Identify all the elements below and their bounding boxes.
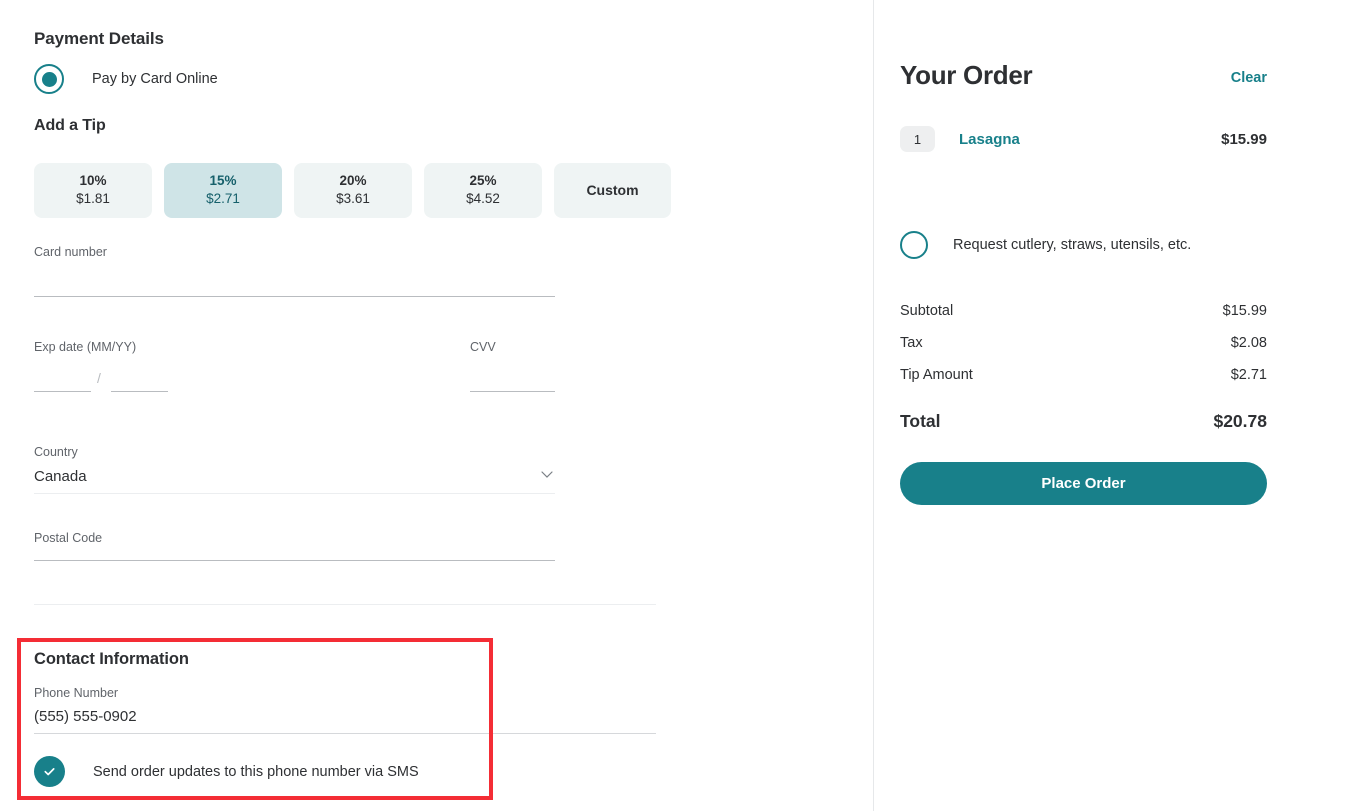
tip-percent: 25% <box>469 173 497 189</box>
card-number-label: Card number <box>34 245 107 259</box>
tip-amount: $4.52 <box>466 191 500 207</box>
item-name[interactable]: Lasagna <box>959 131 1020 148</box>
totals-row-tax: Tax $2.08 <box>900 335 1267 367</box>
tip-option-20[interactable]: 20% $3.61 <box>294 163 412 218</box>
tip-amount: $3.61 <box>336 191 370 207</box>
totals-row-subtotal: Subtotal $15.99 <box>900 303 1267 335</box>
tip-options: 10% $1.81 15% $2.71 20% $3.61 25% $4.52 … <box>34 163 671 218</box>
radio-selected-icon[interactable] <box>34 64 64 94</box>
tip-option-custom[interactable]: Custom <box>554 163 671 218</box>
phone-number-label: Phone Number <box>34 686 119 700</box>
sms-updates-label: Send order updates to this phone number … <box>93 763 419 780</box>
phone-number-underline <box>34 733 656 734</box>
postal-code-underline <box>34 560 555 561</box>
clear-order-button[interactable]: Clear <box>1231 70 1267 86</box>
cutlery-request-label: Request cutlery, straws, utensils, etc. <box>953 237 1192 253</box>
contact-information-title: Contact Information <box>34 650 189 668</box>
totals-row-tip: Tip Amount $2.71 <box>900 367 1267 399</box>
place-order-button[interactable]: Place Order <box>900 462 1267 505</box>
item-quantity-badge: 1 <box>900 126 935 152</box>
exp-date-separator: / <box>97 370 101 386</box>
sms-updates-checkbox-row[interactable]: Send order updates to this phone number … <box>34 756 419 787</box>
postal-code-field[interactable]: Postal Code <box>34 531 102 579</box>
checkbox-checked-icon[interactable] <box>34 756 65 787</box>
tip-option-10[interactable]: 10% $1.81 <box>34 163 152 218</box>
card-number-value[interactable] <box>34 259 107 293</box>
card-number-field[interactable]: Card number <box>34 245 107 293</box>
card-number-underline <box>34 296 555 297</box>
tip-option-15[interactable]: 15% $2.71 <box>164 163 282 218</box>
totals-row-total: Total $20.78 <box>900 411 1267 443</box>
subtotal-label: Subtotal <box>900 303 954 319</box>
total-value: $20.78 <box>1213 411 1267 431</box>
tip-percent: 15% <box>209 173 237 189</box>
add-a-tip-title: Add a Tip <box>34 117 106 134</box>
phone-number-field[interactable]: Phone Number (555) 555-0902 <box>34 686 137 725</box>
phone-number-value[interactable]: (555) 555-0902 <box>34 700 137 725</box>
order-totals: Subtotal $15.99 Tax $2.08 Tip Amount $2.… <box>900 303 1267 443</box>
subtotal-value: $15.99 <box>1222 303 1267 319</box>
tip-percent: 10% <box>79 173 107 189</box>
exp-month-value[interactable] <box>34 354 136 388</box>
tip-amount-value: $2.71 <box>1230 367 1267 383</box>
checkbox-unchecked-icon[interactable] <box>900 231 928 259</box>
cvv-field[interactable]: CVV <box>470 340 496 388</box>
radio-dot-icon <box>41 71 57 87</box>
order-line-item[interactable]: 1 Lasagna $15.99 <box>900 126 1267 152</box>
payment-method-label: Pay by Card Online <box>92 71 218 87</box>
exp-date-field[interactable]: Exp date (MM/YY) <box>34 340 136 388</box>
payment-method-option-card-online[interactable]: Pay by Card Online <box>34 64 218 94</box>
tip-percent: 20% <box>339 173 367 189</box>
cvv-underline <box>470 391 555 392</box>
tip-amount: $2.71 <box>206 191 240 207</box>
country-underline <box>34 493 555 494</box>
cvv-value[interactable] <box>470 354 496 388</box>
tip-option-25[interactable]: 25% $4.52 <box>424 163 542 218</box>
exp-month-underline <box>34 391 91 392</box>
country-value: Canada <box>34 468 87 485</box>
chevron-down-icon[interactable] <box>539 466 555 482</box>
tax-value: $2.08 <box>1230 335 1267 351</box>
tip-amount: $1.81 <box>76 191 110 207</box>
exp-year-underline <box>111 391 168 392</box>
tax-label: Tax <box>900 335 923 351</box>
postal-code-label: Postal Code <box>34 531 103 545</box>
page-title: Payment Details <box>34 29 164 48</box>
item-price: $15.99 <box>1221 130 1267 148</box>
order-summary-panel: Your Order Clear 1 Lasagna $15.99 Reques… <box>874 0 1346 811</box>
order-summary-title: Your Order <box>900 60 1033 90</box>
cvv-label: CVV <box>470 340 496 354</box>
section-divider <box>34 604 656 605</box>
country-select[interactable]: Country Canada <box>34 445 87 485</box>
country-label: Country <box>34 445 78 459</box>
checkout-form-column: Payment Details Pay by Card Online Add a… <box>0 0 874 811</box>
postal-code-value[interactable] <box>34 545 102 579</box>
tip-custom-label: Custom <box>586 181 639 198</box>
total-label: Total <box>900 411 941 431</box>
cutlery-request-checkbox-row[interactable]: Request cutlery, straws, utensils, etc. <box>900 231 1191 259</box>
exp-date-label: Exp date (MM/YY) <box>34 340 137 354</box>
tip-amount-label: Tip Amount <box>900 367 973 383</box>
checkout-page: Payment Details Pay by Card Online Add a… <box>0 0 1346 811</box>
